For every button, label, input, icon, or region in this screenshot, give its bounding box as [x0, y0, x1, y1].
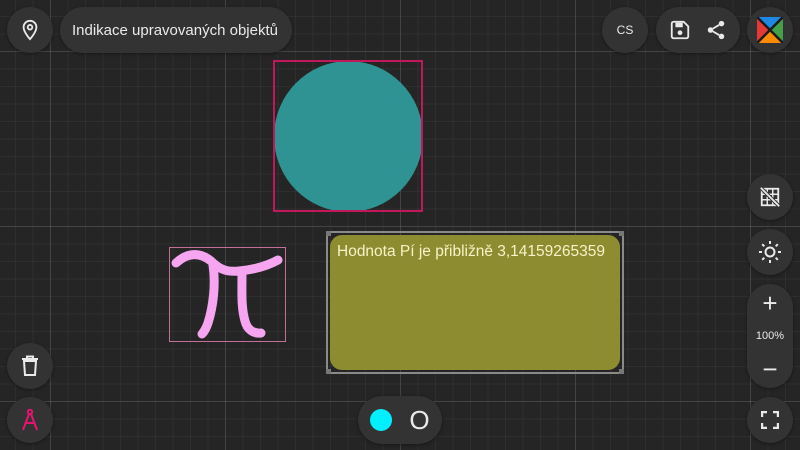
active-color-swatch[interactable] [370, 409, 393, 431]
circle-selection-frame [273, 60, 423, 212]
location-pin-icon [19, 19, 41, 41]
save-share-group [656, 7, 740, 53]
grid-off-icon [759, 186, 781, 208]
grid-toggle-button[interactable] [747, 174, 793, 220]
delete-button[interactable] [7, 343, 53, 389]
share-icon[interactable] [705, 19, 727, 41]
resize-handle-top-left[interactable] [326, 231, 331, 236]
language-code: CS [616, 23, 634, 37]
text-note-object[interactable]: Hodnota Pí je přibližně 3,14159265359 [326, 231, 624, 374]
app-logo-button[interactable] [747, 7, 793, 53]
resize-handle-bottom-left[interactable] [326, 369, 331, 374]
text-note-content: Hodnota Pí je přibližně 3,14159265359 [337, 243, 606, 260]
fullscreen-icon [761, 411, 779, 429]
location-button[interactable] [7, 7, 53, 53]
drawing-tool-selector[interactable]: O [358, 396, 442, 444]
pi-drawing-object[interactable] [169, 247, 286, 342]
brightness-icon [758, 240, 782, 264]
zoom-in-button[interactable]: + [762, 290, 777, 316]
theme-button[interactable] [747, 229, 793, 275]
resize-handle-top-right[interactable] [619, 231, 624, 236]
language-button[interactable]: CS [602, 7, 648, 53]
compass-button[interactable] [7, 397, 53, 443]
compass-icon [20, 408, 40, 432]
zoom-level: 100% [755, 330, 785, 342]
trash-icon [20, 355, 40, 377]
resize-handle-bottom-right[interactable] [619, 369, 624, 374]
zoom-out-button[interactable]: − [762, 356, 777, 382]
shape-label[interactable]: O [409, 405, 429, 436]
app-logo-icon [757, 17, 783, 43]
floppy-disk-icon[interactable] [669, 19, 691, 41]
zoom-controls: + 100% − [747, 284, 793, 388]
fullscreen-button[interactable] [747, 397, 793, 443]
page-title-text: Indikace upravovaných objektů [72, 21, 278, 39]
page-title: Indikace upravovaných objektů [60, 7, 292, 53]
